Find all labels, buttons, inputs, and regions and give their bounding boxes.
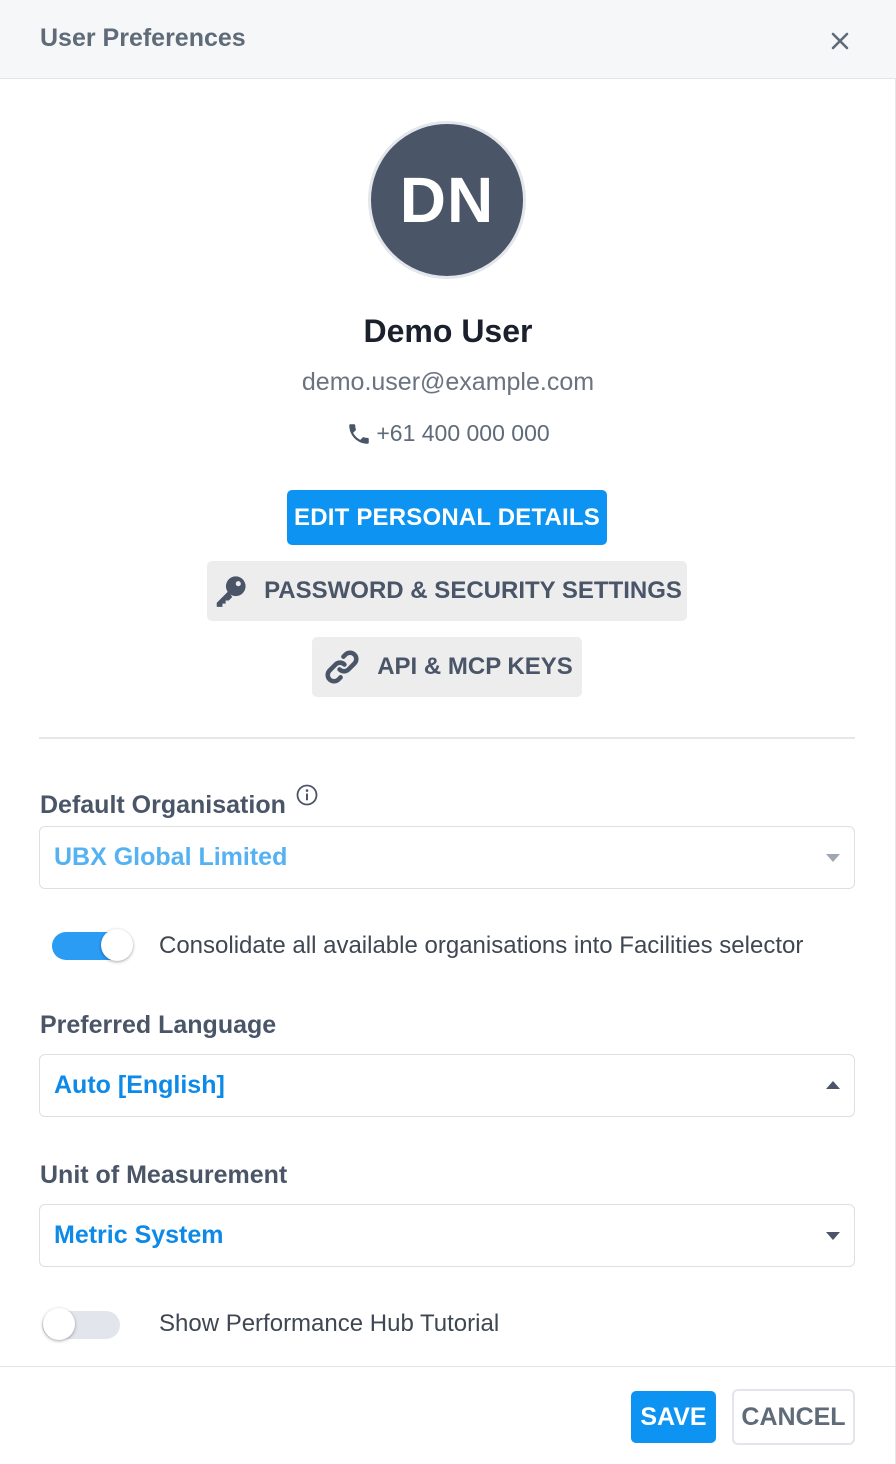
dialog-header: User Preferences bbox=[0, 0, 896, 79]
api-mcp-keys-button[interactable]: API & MCP KEYS bbox=[312, 637, 582, 697]
avatar-initials: DN bbox=[399, 164, 495, 236]
preferred-language-select[interactable]: Auto [English] bbox=[39, 1054, 855, 1117]
section-divider bbox=[39, 737, 855, 739]
user-name: Demo User bbox=[363, 313, 533, 349]
user-email: demo.user@example.com bbox=[301, 368, 595, 396]
phone-icon bbox=[349, 423, 370, 444]
key-icon bbox=[216, 576, 246, 607]
dialog-footer: SAVE CANCEL bbox=[0, 1366, 896, 1464]
close-button[interactable] bbox=[826, 27, 854, 55]
user-phone: +61 400 000 000 bbox=[0, 420, 896, 447]
avatar: DN bbox=[368, 121, 526, 279]
toggle-knob bbox=[101, 929, 133, 961]
chevron-down-icon bbox=[826, 1232, 840, 1240]
performance-hub-tutorial-toggle[interactable] bbox=[42, 1308, 120, 1340]
default-organisation-select[interactable]: UBX Global Limited bbox=[39, 826, 855, 889]
unit-of-measurement-select[interactable]: Metric System bbox=[39, 1204, 855, 1267]
api-keys-label: API & MCP KEYS bbox=[377, 653, 573, 680]
phone-number: +61 400 000 000 bbox=[376, 420, 550, 446]
default-organisation-label-text: Default Organisation bbox=[40, 791, 286, 819]
password-security-label: PASSWORD & SECURITY SETTINGS bbox=[264, 577, 682, 604]
consolidate-organisations-label: Consolidate all available organisations … bbox=[159, 932, 804, 959]
dialog-title: User Preferences bbox=[40, 24, 246, 52]
cancel-button[interactable]: CANCEL bbox=[732, 1389, 855, 1445]
preferred-language-label: Preferred Language bbox=[40, 1011, 277, 1039]
unit-of-measurement-value: Metric System bbox=[54, 1221, 224, 1249]
save-button[interactable]: SAVE bbox=[631, 1391, 716, 1443]
user-preferences-dialog: User Preferences DN Demo User demo.user@… bbox=[0, 0, 896, 1464]
toggle-knob bbox=[43, 1308, 75, 1340]
consolidate-organisations-toggle[interactable] bbox=[52, 929, 133, 961]
info-icon[interactable] bbox=[295, 783, 319, 807]
default-organisation-value: UBX Global Limited bbox=[54, 843, 288, 871]
chevron-up-icon bbox=[826, 1081, 840, 1089]
unit-of-measurement-label: Unit of Measurement bbox=[40, 1161, 288, 1189]
preferred-language-value: Auto [English] bbox=[54, 1071, 225, 1099]
chevron-down-icon bbox=[826, 854, 840, 862]
performance-hub-tutorial-label: Show Performance Hub Tutorial bbox=[159, 1310, 500, 1337]
link-icon bbox=[325, 650, 359, 684]
edit-personal-details-button[interactable]: EDIT PERSONAL DETAILS bbox=[287, 490, 607, 545]
default-organisation-label: Default Organisation bbox=[40, 783, 319, 820]
close-icon bbox=[831, 32, 849, 50]
password-security-settings-button[interactable]: PASSWORD & SECURITY SETTINGS bbox=[207, 561, 687, 621]
